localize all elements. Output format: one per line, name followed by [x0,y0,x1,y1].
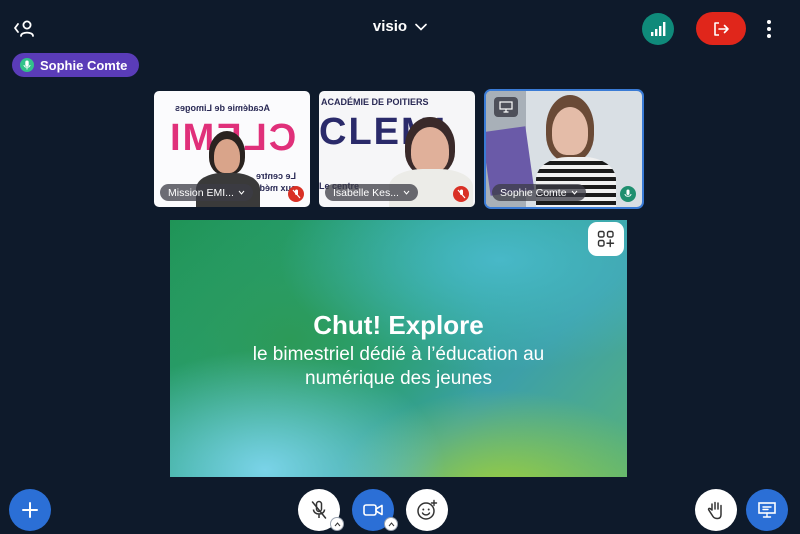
connection-quality-button[interactable] [642,13,674,45]
room-title-dropdown[interactable]: visio [373,18,427,35]
microphone-off-icon [311,500,327,519]
chevron-down-icon [238,190,245,195]
reactions-button[interactable] [406,489,448,531]
room-title-bar: visio [0,18,800,35]
layout-grid-icon [597,230,615,248]
plus-icon [22,502,38,518]
microphone-icon [620,186,636,202]
raise-hand-button[interactable] [695,489,737,531]
camera-options-caret[interactable] [384,517,398,531]
raise-hand-icon [707,501,722,520]
leave-door-icon [714,21,729,36]
presentation-screen-icon [758,502,776,518]
tile-logo-caption: Académie de Limoges [174,103,270,113]
microphone-off-icon [453,186,469,202]
tile-logo-caption: ACADÉMIE DE POITIERS [321,97,429,107]
slide-subtitle: le bimestriel dédié à l’éducation au num… [252,344,545,389]
vertical-dots-icon [767,20,771,24]
presenter-icon [494,97,518,117]
microphone-icon [20,58,34,72]
participant-name: Mission EMI... [168,186,234,199]
participant-tile[interactable]: Académie de Limoges CLEMI Le centre aux … [152,89,312,209]
participant-name-tag: Isabelle Kes... [325,184,418,201]
participant-name: Isabelle Kes... [333,186,399,199]
chevron-up-icon [388,521,394,526]
active-speaker-name: Sophie Comte [40,57,128,73]
participant-name-tag: Sophie Comte [492,184,586,201]
participant-name-tag: Mission EMI... [160,184,253,201]
microphone-off-icon [288,186,304,202]
chevron-down-icon [415,23,427,31]
participant-name: Sophie Comte [500,186,567,199]
chevron-down-icon [403,190,410,195]
slide-title: Chut! Explore [313,310,484,340]
chevron-down-icon [571,190,577,195]
screen-share-button[interactable] [746,489,788,531]
participant-tile[interactable]: ACADÉMIE DE POITIERS CLEMI Le centre Isa… [317,89,477,209]
smiley-plus-icon [417,499,438,520]
video-camera-icon [363,504,383,516]
add-button[interactable] [9,489,51,531]
more-options-button[interactable] [760,16,778,42]
active-speaker-badge: Sophie Comte [12,53,140,77]
chevron-up-icon [334,521,340,526]
layout-button[interactable] [588,222,624,256]
microphone-options-caret[interactable] [330,517,344,531]
room-title: visio [372,18,408,35]
tile-logo-caption: Le centre [255,171,296,181]
leave-call-button[interactable] [696,12,746,45]
signal-bars-icon [651,22,666,36]
participant-tile-active[interactable]: Sophie Comte [484,89,644,209]
shared-presentation: Chut! Explore le bimestriel dédié à l’éd… [170,220,627,477]
